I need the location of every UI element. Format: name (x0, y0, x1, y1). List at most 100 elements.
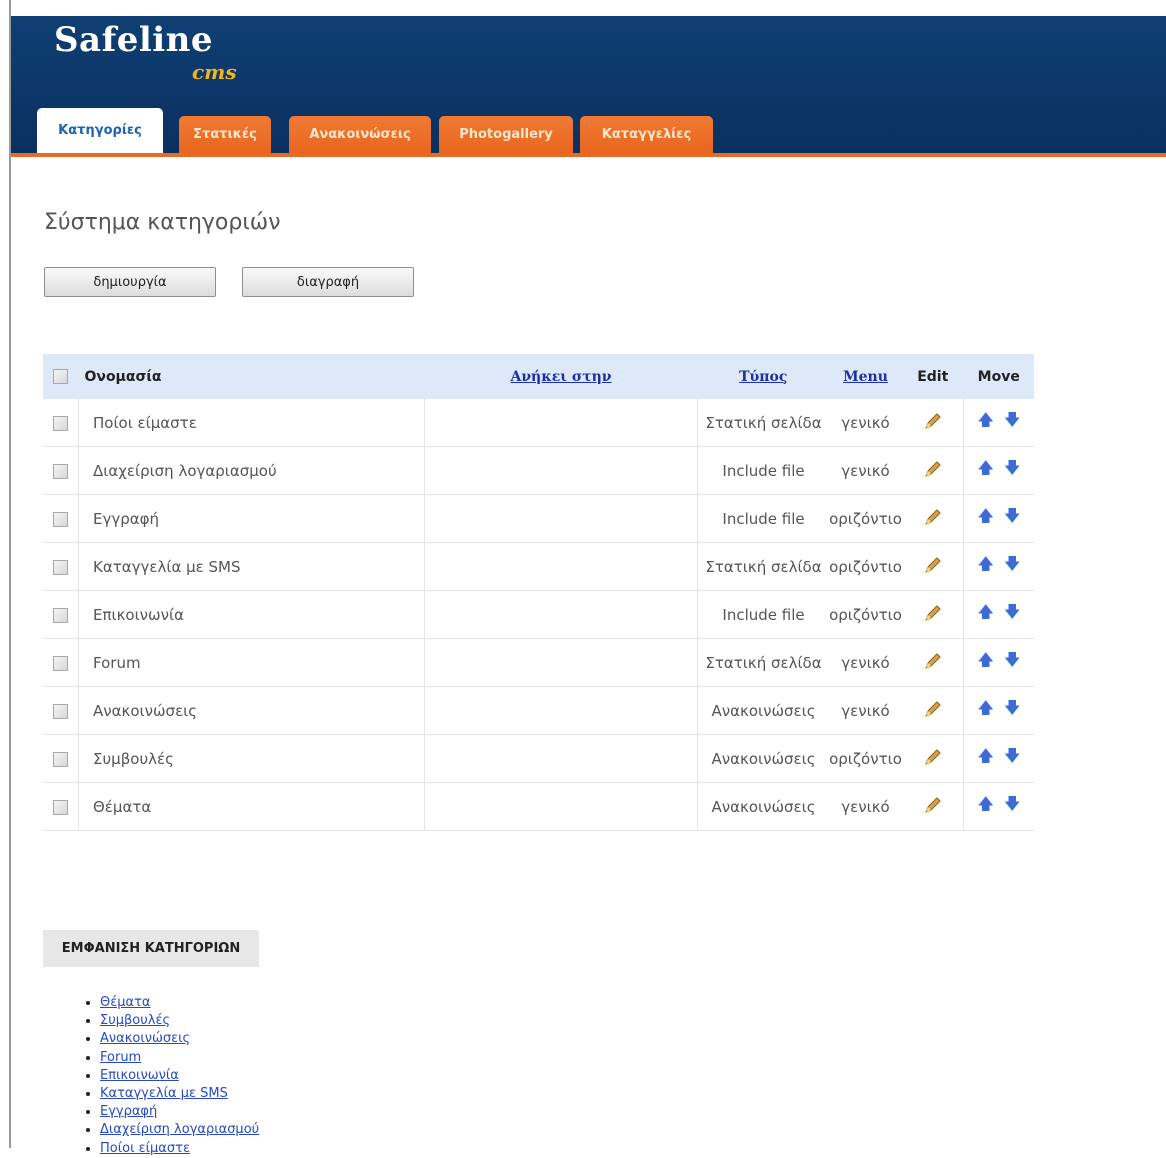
header-move: Move (963, 354, 1034, 399)
arrow-down-icon[interactable]: 🡇 (1004, 602, 1020, 621)
sort-type-link[interactable]: Τύπος (739, 369, 787, 385)
arrow-down-icon[interactable]: 🡇 (1004, 458, 1020, 477)
row-menu: οριζόντιο (829, 542, 902, 591)
row-move-cell: 🡅 🡇 (963, 590, 1034, 639)
row-name: Επικοινωνία (78, 590, 425, 639)
row-checkbox-cell (43, 638, 79, 687)
row-checkbox[interactable] (53, 559, 68, 575)
category-link[interactable]: Συμβουλές (100, 1013, 170, 1028)
arrow-down-icon[interactable]: 🡇 (1004, 794, 1020, 813)
row-edit-cell (902, 782, 964, 831)
row-checkbox[interactable] (53, 607, 68, 623)
list-item: Διαχείριση λογαριασμού (100, 1121, 259, 1139)
row-move-cell: 🡅 🡇 (963, 494, 1034, 543)
header-edit: Edit (902, 354, 964, 399)
tab-photogallery[interactable]: Photogallery (439, 116, 573, 153)
row-checkbox[interactable] (53, 751, 68, 767)
row-checkbox-cell (43, 542, 79, 591)
arrow-down-icon[interactable]: 🡇 (1004, 746, 1020, 765)
pencil-icon[interactable] (923, 747, 943, 767)
arrow-down-icon[interactable]: 🡇 (1004, 698, 1020, 717)
row-checkbox[interactable] (53, 703, 68, 719)
row-menu: οριζόντιο (829, 734, 902, 783)
row-checkbox[interactable] (53, 415, 68, 431)
row-move-cell: 🡅 🡇 (963, 686, 1034, 735)
row-checkbox-cell (43, 734, 79, 783)
row-name: Εγγραφή (78, 494, 425, 543)
arrow-down-icon[interactable]: 🡇 (1004, 410, 1020, 429)
arrow-down-icon[interactable]: 🡇 (1004, 650, 1020, 669)
tab-complaints[interactable]: Καταγγελίες (580, 116, 713, 153)
pencil-icon[interactable] (923, 795, 943, 815)
row-parent (424, 590, 698, 639)
tab-announcements[interactable]: Ανακοινώσεις (289, 116, 431, 153)
row-move-cell: 🡅 🡇 (963, 734, 1034, 783)
arrow-up-icon[interactable]: 🡅 (978, 506, 994, 525)
row-name: Θέματα (78, 782, 425, 831)
row-type: Include file (697, 494, 829, 543)
category-link[interactable]: Ποίοι είμαστε (100, 1141, 190, 1156)
arrow-down-icon[interactable]: 🡇 (1004, 506, 1020, 525)
sort-parent-link[interactable]: Ανήκει στην (510, 369, 611, 385)
table-header-row: Ονομασία Ανήκει στην Τύπος Menu Edit Mov… (43, 354, 1034, 399)
arrow-up-icon[interactable]: 🡅 (978, 794, 994, 813)
list-item: Επικοινωνία (100, 1067, 259, 1085)
arrow-up-icon[interactable]: 🡅 (978, 650, 994, 669)
arrow-down-icon[interactable]: 🡇 (1004, 554, 1020, 573)
select-all-checkbox[interactable] (53, 369, 69, 384)
table-row: Ανακοινώσεις Ανακοινώσεις γενικό 🡅 🡇 (43, 686, 1034, 735)
arrow-up-icon[interactable]: 🡅 (978, 458, 994, 477)
create-button[interactable]: δημιουργία (44, 267, 216, 297)
row-checkbox[interactable] (53, 799, 68, 815)
list-item: Ανακοινώσεις (100, 1030, 259, 1048)
header-name: Ονομασία (78, 354, 425, 399)
row-edit-cell (902, 446, 964, 495)
row-type: Include file (697, 590, 829, 639)
row-checkbox[interactable] (53, 655, 68, 671)
category-link[interactable]: Θέματα (100, 995, 151, 1010)
row-checkbox[interactable] (53, 511, 68, 527)
category-link[interactable]: Διαχείριση λογαριασμού (100, 1122, 259, 1137)
category-link[interactable]: Forum (100, 1050, 141, 1065)
category-link[interactable]: Επικοινωνία (100, 1068, 179, 1083)
row-name: Ποίοι είμαστε (78, 399, 425, 447)
pencil-icon[interactable] (923, 699, 943, 719)
category-link-list: Θέματα Συμβουλές Ανακοινώσεις Forum Επικοινω… (82, 994, 259, 1158)
pencil-icon[interactable] (923, 603, 943, 623)
list-item: Θέματα (100, 994, 259, 1012)
pencil-icon[interactable] (923, 555, 943, 575)
row-menu: γενικό (829, 399, 902, 447)
header-bottom-stripe (11, 153, 1166, 157)
row-type: Include file (697, 446, 829, 495)
category-link[interactable]: Εγγραφή (100, 1104, 157, 1119)
row-name: Καταγγελία με SMS (78, 542, 425, 591)
row-checkbox[interactable] (53, 463, 68, 479)
row-type: Ανακοινώσεις (697, 734, 829, 783)
header: Safeline cms Κατηγορίες Στατικές Ανακοιν… (11, 16, 1166, 153)
tab-static[interactable]: Στατικές (179, 116, 271, 153)
pencil-icon[interactable] (923, 507, 943, 527)
row-checkbox-cell (43, 686, 79, 735)
table-row: Καταγγελία με SMS Στατική σελίδα οριζόντιο… (43, 542, 1034, 591)
pencil-icon[interactable] (923, 651, 943, 671)
logo: Safeline cms (54, 20, 237, 84)
row-parent (424, 734, 698, 783)
arrow-up-icon[interactable]: 🡅 (978, 602, 994, 621)
pencil-icon[interactable] (923, 411, 943, 431)
arrow-up-icon[interactable]: 🡅 (978, 554, 994, 573)
list-item: Ποίοι είμαστε (100, 1140, 259, 1158)
tab-categories[interactable]: Κατηγορίες (37, 108, 163, 153)
row-edit-cell (902, 494, 964, 543)
pencil-icon[interactable] (923, 459, 943, 479)
row-type: Στατική σελίδα (697, 638, 829, 687)
category-link[interactable]: Καταγγελία με SMS (100, 1086, 228, 1101)
arrow-up-icon[interactable]: 🡅 (978, 410, 994, 429)
arrow-up-icon[interactable]: 🡅 (978, 698, 994, 717)
row-edit-cell (902, 638, 964, 687)
row-parent (424, 542, 698, 591)
sort-menu-link[interactable]: Menu (843, 369, 888, 385)
arrow-up-icon[interactable]: 🡅 (978, 746, 994, 765)
header-type-cell: Τύπος (697, 354, 829, 399)
category-link[interactable]: Ανακοινώσεις (100, 1031, 190, 1046)
delete-button[interactable]: διαγραφή (242, 267, 414, 297)
